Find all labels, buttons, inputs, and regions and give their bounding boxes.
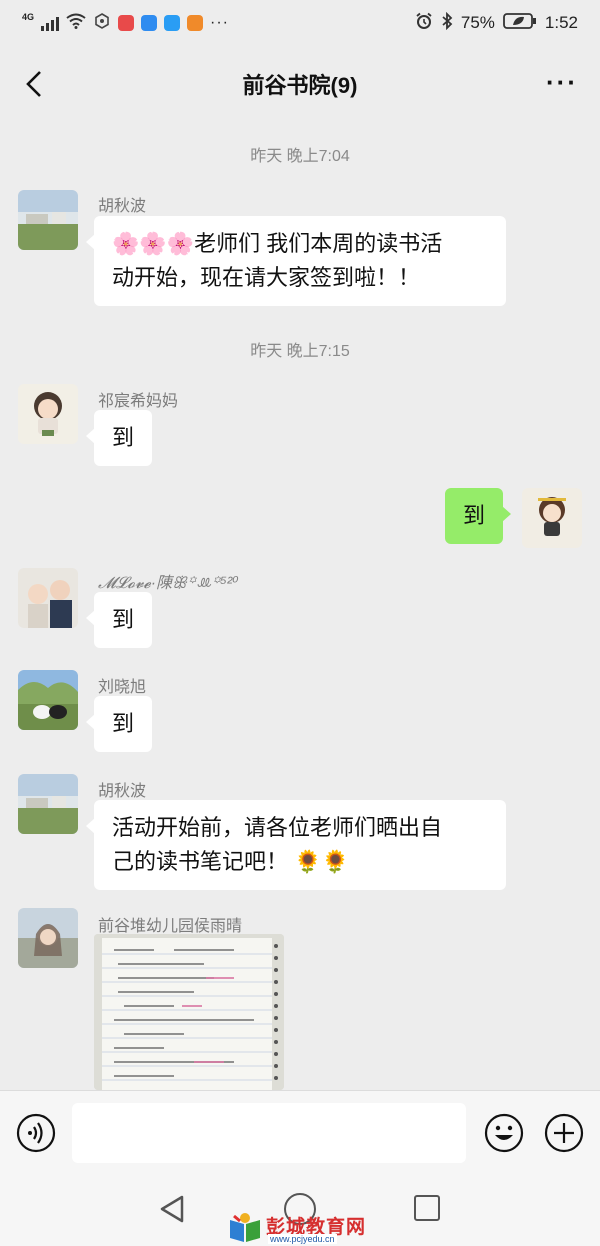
more-dots-icon: ··· [210,14,229,31]
app-blue-search-icon [141,15,158,31]
sender-name: 胡秋波 [98,783,147,800]
more-functions-button[interactable] [544,1113,584,1153]
avatar[interactable] [18,384,78,444]
alarm-icon [415,12,433,35]
sender-name: 祁宸希妈妈 [98,393,179,410]
message-bubble[interactable]: 到 [85,696,153,752]
chat-title: 前谷书院(9) [242,73,358,98]
avatar[interactable] [18,568,78,628]
message-line: 活动开始前，请各位老师们晒出自 [112,815,443,840]
message-line: 己的读书笔记吧！ 🌻🌻 [112,849,349,874]
more-options-button[interactable]: ··· [546,69,578,95]
emoji-button[interactable] [484,1113,524,1153]
notebook-photo[interactable] [94,934,284,1090]
emoji-icon [484,1113,524,1153]
input-bar [0,1090,600,1176]
message-bubble[interactable]: 🌸🌸🌸老师们 我们本周的读书活 动开始，现在请大家签到啦！！ [86,216,506,306]
avatar[interactable] [18,908,78,968]
sender-name: 前谷堆幼儿园侯雨晴 [98,918,243,935]
message-bubble[interactable]: 到 [85,410,153,466]
nav-back-button[interactable] [158,1194,186,1229]
timestamp: 昨天 晚上7:15 [250,343,350,360]
chat-header: 前谷书院(9) ··· [0,46,600,122]
sender-name: 刘晓旭 [98,679,147,696]
clock-label: 1:52 [544,13,578,32]
signal-icon [41,15,60,31]
message-bubble[interactable]: 活动开始前，请各位老师们晒出自 己的读书笔记吧！ 🌻🌻 [86,800,506,890]
book-logo-icon [230,1213,260,1242]
voice-icon [16,1113,56,1153]
status-bar: 4G ··· 75% 1:52 [0,0,600,46]
wifi-icon [66,13,86,34]
app-blue-bulb-icon [164,15,181,31]
chevron-left-icon [26,71,41,97]
my-avatar[interactable] [522,488,582,548]
battery-icon [503,12,537,35]
avatar[interactable] [18,670,78,730]
network-label: 4G [22,12,35,22]
battery-label: 75% [460,13,495,32]
message-line: 🌸🌸🌸老师们 我们本周的读书活 [112,231,443,256]
watermark-logo: 彭城教育网 www.pcjyedu.cn [228,1210,378,1244]
avatar[interactable] [18,190,78,250]
message-line: 动开始，现在请大家签到啦！！ [112,265,421,290]
nav-recent-button[interactable] [414,1195,440,1221]
sender-name: 𝓜𝓛𝓸𝓿𝓮·陳ꕥ꙳ꔛ꙳⁵²⁰ [98,575,239,592]
voice-button[interactable] [16,1113,56,1153]
hexagon-icon [93,12,111,35]
avatar[interactable] [18,774,78,834]
message-input[interactable] [72,1103,466,1163]
message-bubble[interactable]: 到 [85,592,153,648]
bluetooth-icon [441,11,453,35]
my-message-bubble[interactable]: 到 [445,488,512,544]
app-red-icon [118,15,135,31]
timestamp: 昨天 晚上7:04 [250,148,350,165]
plus-icon [544,1113,584,1153]
back-button[interactable] [16,66,52,102]
sender-name: 胡秋波 [98,198,147,215]
watermark-url: www.pcjyedu.cn [268,1234,337,1244]
app-orange-play-icon [187,15,204,31]
triangle-back-icon [160,1195,184,1223]
